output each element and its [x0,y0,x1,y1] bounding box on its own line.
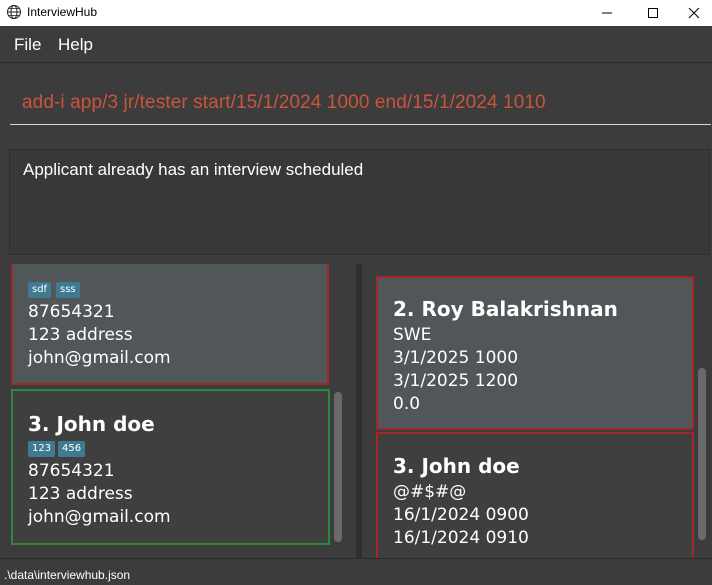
applicant-address: 123 address [28,484,133,504]
menu-help[interactable]: Help [58,35,93,55]
interview-list[interactable]: 2. Roy Balakrishnan SWE 3/1/2025 1000 3/… [362,264,712,558]
command-box[interactable]: add-i app/3 jr/tester start/15/1/2024 10… [0,63,712,145]
applicant-scrollbar[interactable] [332,264,344,558]
applicant-phone: 87654321 [28,302,115,322]
interview-start: 16/1/2024 0900 [393,505,529,525]
window-title: InterviewHub [27,5,98,19]
tag: sss [56,282,80,298]
panel-gap [0,256,712,264]
interview-rating: 0.0 [393,394,421,414]
interview-role: SWE [393,325,432,345]
command-input[interactable]: add-i app/3 jr/tester start/15/1/2024 10… [22,92,546,114]
globe-icon [6,4,22,20]
interview-end: 3/1/2025 1200 [393,371,519,391]
scrollbar-thumb[interactable] [334,392,342,542]
minimize-button[interactable] [584,0,630,26]
result-message: Applicant already has an interview sched… [23,160,364,179]
applicant-phone: 87654321 [28,461,115,481]
menu-file[interactable]: File [14,35,41,55]
maximize-icon [647,4,659,23]
interview-name: 2. Roy Balakrishnan [393,297,618,321]
applicant-name: 3. John doe [28,412,155,436]
menu-bar: File Help [0,26,712,63]
applicant-list[interactable]: sdf sss 87654321 123 address john@gmail.… [0,264,356,558]
close-button[interactable] [676,0,712,26]
minimize-icon [601,4,613,23]
tag: 123 [28,441,56,457]
applicant-address: 123 address [28,325,133,345]
scrollbar-thumb[interactable] [698,368,706,540]
tag: 456 [58,441,86,457]
tag: sdf [28,282,52,298]
applicant-card[interactable]: 3. John doe 123 456 87654321 123 address… [11,389,330,545]
applicant-email: john@gmail.com [28,348,171,368]
interview-card[interactable]: 3. John doe @#$#@ 16/1/2024 0900 16/1/20… [376,432,694,558]
interview-start: 3/1/2025 1000 [393,348,519,368]
applicant-email: john@gmail.com [28,507,171,527]
interview-end: 16/1/2024 0910 [393,528,529,548]
result-display: Applicant already has an interview sched… [9,149,710,255]
command-underline [10,124,711,125]
status-bar: .\data\interviewhub.json [0,558,712,585]
applicant-card[interactable]: sdf sss 87654321 123 address john@gmail.… [11,264,329,385]
interview-role: @#$#@ [393,482,467,502]
close-icon [688,4,700,23]
interview-card[interactable]: 2. Roy Balakrishnan SWE 3/1/2025 1000 3/… [376,276,694,430]
interview-scrollbar[interactable] [696,264,708,558]
maximize-button[interactable] [630,0,676,26]
title-bar: InterviewHub [0,0,712,26]
interview-name: 3. John doe [393,454,520,478]
data-file-path: .\data\interviewhub.json [4,568,131,582]
